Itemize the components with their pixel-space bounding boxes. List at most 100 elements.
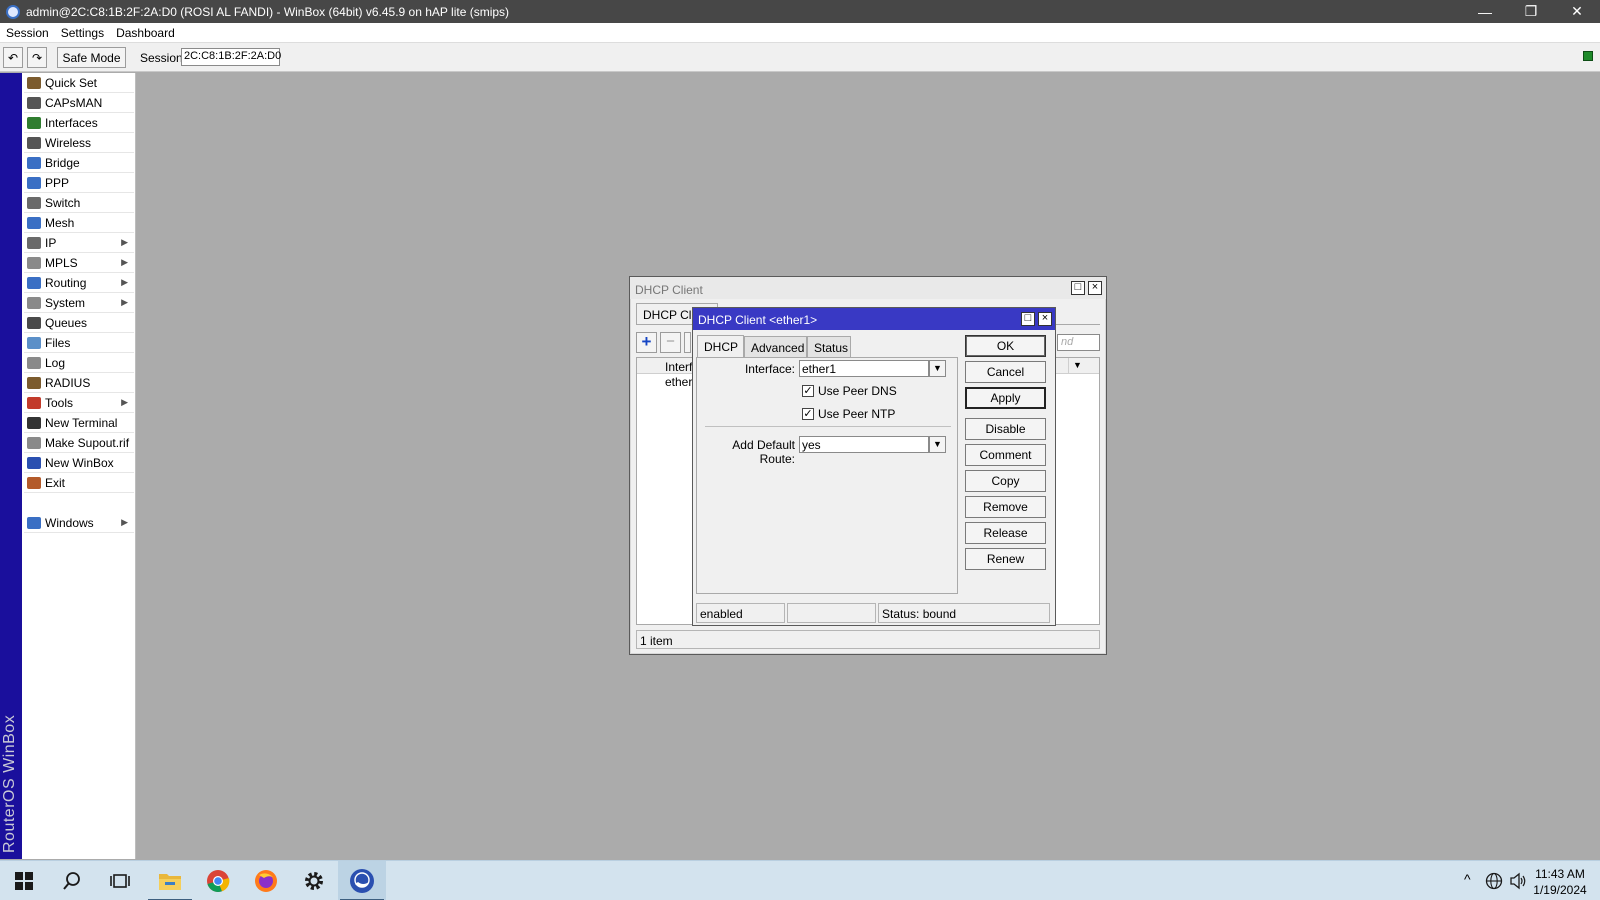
undo-button[interactable]: ↶ <box>3 47 23 68</box>
ppp-icon <box>27 177 41 189</box>
tray-overflow-icon[interactable]: ^ <box>1464 871 1471 887</box>
remove-button[interactable]: Remove <box>965 496 1046 518</box>
mesh-icon <box>27 217 41 229</box>
remove-icon[interactable]: − <box>660 332 681 353</box>
gear-icon <box>305 872 323 890</box>
tab-status[interactable]: Status <box>807 336 851 357</box>
file-explorer-button[interactable] <box>146 861 194 900</box>
sidebar-item-make-supout-rif[interactable]: Make Supout.rif <box>24 434 134 453</box>
add-default-route-field[interactable]: yes <box>799 436 929 453</box>
sidebar-item-ppp[interactable]: PPP <box>24 174 134 193</box>
status-bound: Status: bound <box>878 603 1050 623</box>
menu-bar: Session Settings Dashboard <box>0 23 1600 43</box>
sidebar-item-label: RADIUS <box>45 376 91 390</box>
apply-button[interactable]: Apply <box>965 387 1046 409</box>
dhcp-client-window-title: DHCP Client <box>630 277 1106 299</box>
tab-dhcp[interactable]: DHCP <box>697 335 744 358</box>
section-divider <box>705 426 951 427</box>
find-input[interactable]: nd <box>1057 334 1100 351</box>
sidebar-item-switch[interactable]: Switch <box>24 194 134 213</box>
copy-button[interactable]: Copy <box>965 470 1046 492</box>
interface-label: Interface: <box>744 362 795 376</box>
sidebar-item-label: Log <box>45 356 66 370</box>
sidebar-item-exit[interactable]: Exit <box>24 474 134 493</box>
winbox-taskbar-button[interactable] <box>338 861 386 900</box>
column-menu-icon[interactable]: ▼ <box>1068 358 1086 373</box>
sidebar-item-interfaces[interactable]: Interfaces <box>24 114 134 133</box>
submenu-arrow-icon: ▶ <box>121 257 128 267</box>
redo-button[interactable]: ↷ <box>27 47 47 68</box>
interface-field[interactable]: ether1 <box>799 360 929 377</box>
dhcp-window-maximize-icon[interactable]: □ <box>1071 281 1085 295</box>
session-input[interactable]: 2C:C8:1B:2F:2A:D0 <box>181 48 281 66</box>
dialog-maximize-icon[interactable]: □ <box>1021 312 1035 326</box>
sidebar-item-ip[interactable]: IP ▶ <box>24 234 134 253</box>
routing-icon <box>27 277 41 289</box>
sidebar-item-tools[interactable]: Tools ▶ <box>24 394 134 413</box>
firefox-button[interactable] <box>242 861 290 900</box>
network-globe-icon[interactable] <box>1485 872 1503 890</box>
start-button[interactable] <box>0 861 48 900</box>
sidebar-item-bridge[interactable]: Bridge <box>24 154 134 173</box>
use-peer-dns-checkbox[interactable]: ✓ <box>802 385 814 397</box>
sidebar-item-label: New WinBox <box>45 456 114 470</box>
dialog-close-icon[interactable]: × <box>1038 312 1052 326</box>
interface-dropdown-icon[interactable]: ▼ <box>929 360 946 377</box>
release-button[interactable]: Release <box>965 522 1046 544</box>
log-icon <box>27 357 41 369</box>
sidebar-item-windows[interactable]: Windows ▶ <box>24 514 134 533</box>
task-view-button[interactable] <box>96 861 144 900</box>
sidebar-item-new-terminal[interactable]: New Terminal <box>24 414 134 433</box>
sidebar-item-quick-set[interactable]: Quick Set <box>24 74 134 93</box>
supout-icon <box>27 437 41 449</box>
settings-button[interactable] <box>290 861 338 900</box>
sidebar-item-label: IP <box>45 236 57 250</box>
comment-button[interactable]: Comment <box>965 444 1046 466</box>
add-default-route-dropdown-icon[interactable]: ▼ <box>929 436 946 453</box>
sidebar-item-mpls[interactable]: MPLS ▶ <box>24 254 134 273</box>
submenu-arrow-icon: ▶ <box>121 297 128 307</box>
search-button[interactable] <box>48 861 96 900</box>
chrome-button[interactable] <box>194 861 242 900</box>
sidebar-item-files[interactable]: Files <box>24 334 134 353</box>
menu-session[interactable]: Session <box>0 26 55 40</box>
close-button[interactable]: ✕ <box>1554 0 1600 23</box>
sidebar-item-label: Interfaces <box>45 116 98 130</box>
status-middle <box>787 603 876 623</box>
cancel-button[interactable]: Cancel <box>965 361 1046 383</box>
sidebar-item-queues[interactable]: Queues <box>24 314 134 333</box>
add-default-route-label: Add Default Route: <box>732 438 795 466</box>
sidebar-item-radius[interactable]: RADIUS <box>24 374 134 393</box>
clock[interactable]: 11:43 AM 1/19/2024 <box>1527 866 1593 898</box>
chrome-icon <box>207 870 230 893</box>
renew-button[interactable]: Renew <box>965 548 1046 570</box>
sidebar-item-routing[interactable]: Routing ▶ <box>24 274 134 293</box>
sidebar-item-system[interactable]: System ▶ <box>24 294 134 313</box>
toolbar-button-partial[interactable] <box>684 332 691 353</box>
disable-button[interactable]: Disable <box>965 418 1046 440</box>
ok-button[interactable]: OK <box>965 335 1046 357</box>
winbox-icon <box>27 457 41 469</box>
sidebar-item-label: Routing <box>45 276 87 290</box>
taskbar: ^ 11:43 AM 1/19/2024 <box>0 860 1600 900</box>
sidebar-item-label: CAPsMAN <box>45 96 103 110</box>
sidebar-item-capsman[interactable]: CAPsMAN <box>24 94 134 113</box>
add-icon[interactable]: + <box>636 332 657 353</box>
volume-icon[interactable] <box>1509 872 1527 890</box>
use-peer-ntp-checkbox[interactable]: ✓ <box>802 408 814 420</box>
title-bar: admin@2C:C8:1B:2F:2A:D0 (ROSI AL FANDI) … <box>0 0 1600 23</box>
sidebar-item-wireless[interactable]: Wireless <box>24 134 134 153</box>
sidebar-item-log[interactable]: Log <box>24 354 134 373</box>
menu-dashboard[interactable]: Dashboard <box>110 26 181 40</box>
minimize-button[interactable]: — <box>1462 0 1508 23</box>
sidebar-item-mesh[interactable]: Mesh <box>24 214 134 233</box>
restore-button[interactable]: ❐ <box>1508 0 1554 23</box>
menu-settings[interactable]: Settings <box>55 26 110 40</box>
tools-icon <box>27 397 41 409</box>
dhcp-window-close-icon[interactable]: × <box>1088 281 1102 295</box>
bridge-icon <box>27 157 41 169</box>
use-peer-ntp-label: Use Peer NTP <box>818 407 896 421</box>
safe-mode-button[interactable]: Safe Mode <box>57 47 126 68</box>
sidebar-item-new-winbox[interactable]: New WinBox <box>24 454 134 473</box>
tab-advanced[interactable]: Advanced <box>744 336 807 357</box>
